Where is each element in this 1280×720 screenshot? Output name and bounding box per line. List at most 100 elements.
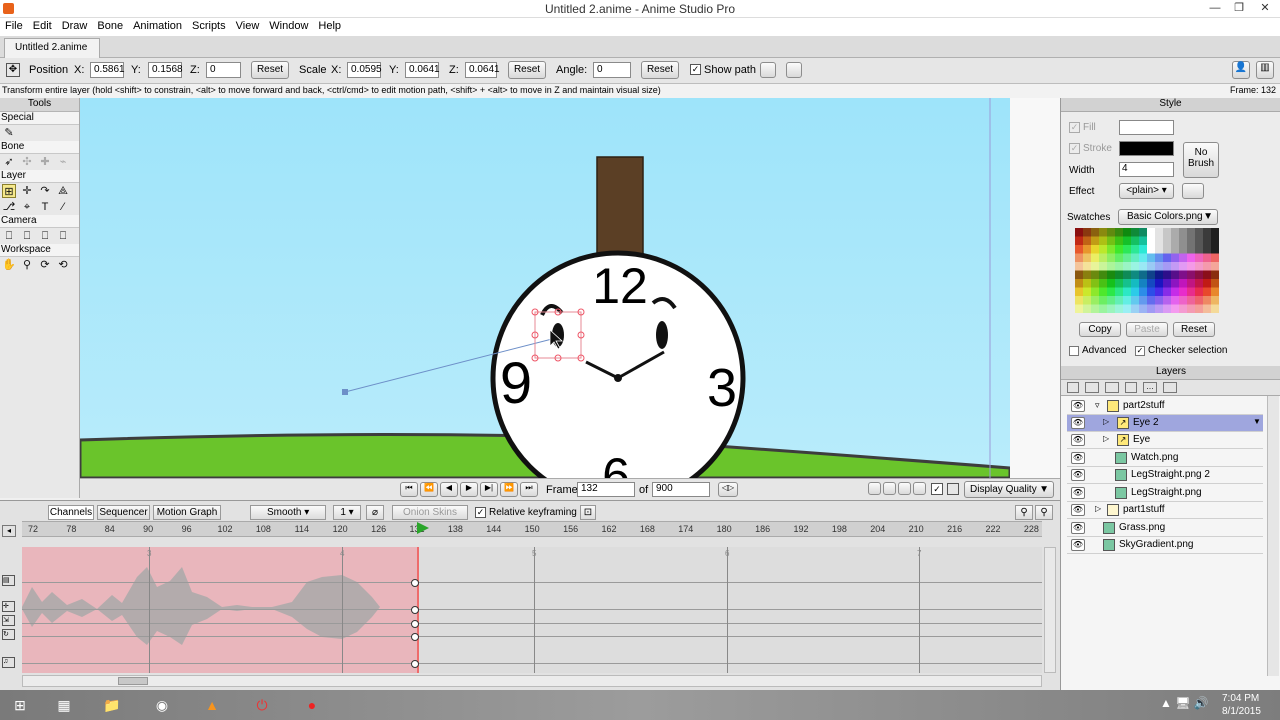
prev-key-button[interactable]: ⏪ — [420, 482, 438, 497]
color-swatch[interactable] — [1211, 296, 1219, 305]
more-icon[interactable]: … — [1143, 382, 1157, 393]
color-swatch[interactable] — [1171, 228, 1179, 237]
scale-y-field[interactable]: 0.0641 — [405, 62, 440, 78]
color-swatch[interactable] — [1179, 253, 1187, 263]
color-swatch[interactable] — [1115, 262, 1123, 271]
next-frame-button[interactable]: ▶| — [480, 482, 498, 497]
color-swatch[interactable] — [1107, 253, 1115, 263]
rotate-workspace-icon[interactable]: ⟳ — [38, 258, 52, 272]
playhead-marker[interactable] — [417, 522, 429, 534]
maximize-button[interactable]: ❐ — [1226, 0, 1252, 16]
color-swatch[interactable] — [1147, 287, 1155, 297]
anime-studio-icon[interactable]: ▲ — [192, 692, 232, 718]
color-swatch[interactable] — [1203, 279, 1211, 288]
color-swatch[interactable] — [1139, 236, 1147, 246]
keyframe-marker[interactable] — [411, 633, 419, 641]
color-swatch-grid[interactable] — [1075, 228, 1219, 318]
color-swatch[interactable] — [1099, 270, 1107, 280]
current-frame-field[interactable]: 132 — [577, 482, 635, 497]
color-swatch[interactable] — [1179, 296, 1187, 305]
color-swatch[interactable] — [1171, 279, 1179, 288]
effect-settings-button[interactable] — [1182, 183, 1204, 199]
eye-icon[interactable]: 👁 — [1071, 469, 1085, 481]
color-swatch[interactable] — [1179, 228, 1187, 237]
color-swatch[interactable] — [1083, 304, 1091, 314]
color-swatch[interactable] — [1195, 253, 1203, 263]
prev-frame-button[interactable]: ◀ — [440, 482, 458, 497]
chrome-icon[interactable]: ◉ — [142, 692, 182, 718]
eyedropper-icon[interactable]: ⁄ — [56, 200, 70, 214]
color-swatch[interactable] — [1099, 279, 1107, 288]
color-swatch[interactable] — [1091, 236, 1099, 246]
no-brush-button[interactable]: No Brush — [1183, 142, 1219, 178]
duplicate-layer-icon[interactable] — [1105, 382, 1119, 393]
file-explorer-icon[interactable]: 📁 — [92, 692, 132, 718]
color-swatch[interactable] — [1131, 236, 1139, 246]
angle-field[interactable]: 0 — [593, 62, 631, 78]
timeline-vscroll[interactable] — [1044, 547, 1056, 673]
shear-layer-icon[interactable]: ⟁ — [56, 184, 70, 198]
color-swatch[interactable] — [1179, 304, 1187, 314]
pos-z-field[interactable]: 0 — [206, 62, 241, 78]
color-swatch[interactable] — [1155, 262, 1163, 271]
layer-settings-icon[interactable] — [1163, 382, 1177, 393]
color-swatch[interactable] — [1147, 262, 1155, 271]
tab-channels[interactable]: Channels — [48, 505, 94, 520]
color-swatch[interactable] — [1187, 245, 1195, 254]
color-swatch[interactable] — [1107, 304, 1115, 314]
color-swatch[interactable] — [1075, 245, 1083, 254]
disclosure-icon[interactable]: ▿ — [1095, 400, 1100, 411]
color-swatch[interactable] — [1195, 262, 1203, 271]
close-button[interactable]: ✕ — [1252, 0, 1278, 16]
panel-toggle-icon[interactable]: ▥ — [1256, 61, 1274, 79]
color-swatch[interactable] — [1203, 245, 1211, 254]
document-tab[interactable]: Untitled 2.anime — [4, 38, 100, 58]
color-swatch[interactable] — [1195, 245, 1203, 254]
color-swatch[interactable] — [1107, 279, 1115, 288]
color-swatch[interactable] — [1211, 270, 1219, 280]
color-swatch[interactable] — [1171, 253, 1179, 263]
color-swatch[interactable] — [1099, 245, 1107, 254]
color-swatch[interactable] — [1187, 296, 1195, 305]
color-swatch[interactable] — [1139, 296, 1147, 305]
color-swatch[interactable] — [1139, 270, 1147, 280]
color-swatch[interactable] — [1123, 296, 1131, 305]
show-path-checkbox[interactable]: ✓ — [690, 64, 701, 75]
color-swatch[interactable] — [1131, 253, 1139, 263]
color-swatch[interactable] — [1147, 279, 1155, 288]
clock-time[interactable]: 7:04 PM — [1222, 693, 1259, 704]
color-swatch[interactable] — [1123, 287, 1131, 297]
color-swatch[interactable] — [1107, 228, 1115, 237]
color-swatch[interactable] — [1107, 245, 1115, 254]
orbit-workspace-icon[interactable]: ⟲ — [56, 258, 70, 272]
color-swatch[interactable] — [1195, 270, 1203, 280]
color-swatch[interactable] — [1123, 262, 1131, 271]
layer-row[interactable]: 👁 LegStraight.png 2 — [1067, 467, 1263, 484]
color-swatch[interactable] — [1075, 304, 1083, 314]
color-swatch[interactable] — [1211, 253, 1219, 263]
color-swatch[interactable] — [1099, 296, 1107, 305]
color-swatch[interactable] — [1211, 228, 1219, 237]
color-swatch[interactable] — [1155, 228, 1163, 237]
translate-bone-icon[interactable]: ✣ — [20, 155, 34, 169]
color-swatch[interactable] — [1115, 296, 1123, 305]
eye-icon[interactable]: 👁 — [1071, 522, 1085, 534]
zoom-out-icon[interactable]: ⚲ — [1015, 505, 1033, 520]
frame-icon[interactable] — [947, 483, 959, 495]
color-swatch[interactable] — [1203, 236, 1211, 246]
color-swatch[interactable] — [1083, 296, 1091, 305]
rotate-layer-icon[interactable]: ↷ — [38, 184, 52, 198]
color-swatch[interactable] — [1115, 279, 1123, 288]
color-swatch[interactable] — [1203, 270, 1211, 280]
color-swatch[interactable] — [1171, 287, 1179, 297]
color-swatch[interactable] — [1099, 304, 1107, 314]
layer-row[interactable]: 👁 ▷ part1stuff — [1067, 502, 1263, 519]
loop-icon[interactable]: ◁▷ — [718, 482, 738, 497]
hand-pan-icon[interactable]: ✋ — [2, 258, 16, 272]
stroke-color-swatch[interactable] — [1119, 141, 1174, 156]
color-swatch[interactable] — [1091, 253, 1099, 263]
color-swatch[interactable] — [1147, 245, 1155, 254]
color-swatch[interactable] — [1115, 270, 1123, 280]
set-origin-icon[interactable]: ✛ — [20, 184, 34, 198]
style-reset-button[interactable]: Reset — [1173, 322, 1215, 337]
